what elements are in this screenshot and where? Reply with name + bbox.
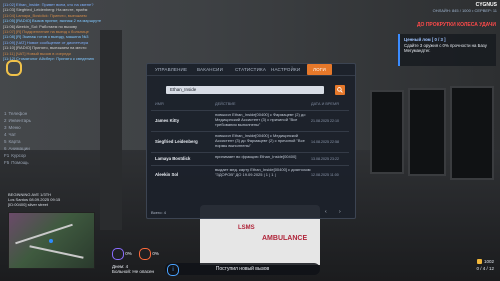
money-value: 1002 — [483, 259, 494, 264]
hotkey-menu: 1 Телефон 2 Инвентарь 3 Меню 4 Чат 5 Карта 6 Анимац… — [4, 110, 33, 166]
row-date: 21.08.2025 22:10 — [311, 119, 339, 123]
hotkey-item: 4 Чат — [4, 131, 33, 138]
panel-tabs: УПРАВЛЕНИЕ ВАКАНСИИ СТАТИСТИКА НАСТРОЙКИ ЛОГ… — [147, 64, 355, 76]
row-action: принимает во фракцию Ethan_Inside[00400] — [215, 154, 297, 159]
column-header: ДАТА И ВРЕМЯ — [311, 102, 339, 106]
column-header: ИМЯ — [155, 102, 164, 106]
row-action: выдает мед. карту Ethan_Inside[00400] с … — [215, 167, 311, 177]
row-action: повысил Ethan_Inside[00400] с Медицински… — [215, 133, 305, 148]
search-icon — [337, 87, 343, 93]
table-row[interactable]: Aleekin Sol выдает мед. карту Ethan_Insid… — [151, 165, 349, 184]
hotkey-key: 3 — [4, 125, 7, 130]
hotkey-label: Чат — [8, 132, 16, 137]
condition-label: Больной: Не опасен — [112, 269, 155, 274]
water-icon — [139, 248, 152, 260]
cash-icon — [476, 259, 482, 265]
row-action: повысил Ethan_Inside[00400] с Фармацевт … — [215, 112, 306, 127]
row-date: 14.08.2025 22:58 — [311, 140, 339, 144]
hotkey-key: 4 — [4, 132, 7, 137]
hotkey-item: 5 Карта — [4, 138, 33, 145]
chat-log: [11:02] Ethan_Inside: Привет всем, кто н… — [3, 2, 198, 61]
notification-bar: i Поступил новый вызов — [165, 263, 320, 276]
tab-1[interactable]: УПРАВЛЕНИЕ — [155, 64, 187, 75]
hotkey-item: F1 Курсор — [4, 152, 33, 159]
timer-icon — [6, 60, 22, 76]
tab-2[interactable]: ВАКАНСИИ — [197, 64, 223, 75]
window — [408, 88, 446, 176]
hotkey-key: 2 — [4, 118, 7, 123]
notification-text: Поступил новый вызов — [215, 266, 270, 272]
row-date: 13.08.2025 23:22 — [311, 157, 339, 161]
faction-panel: УПРАВЛЕНИЕ ВАКАНСИИ СТАТИСТИКА НАСТРОЙКИ ЛОГ… — [146, 63, 356, 219]
hotkey-label: Анимации — [8, 146, 30, 151]
row-name: Aleekin Sol — [155, 172, 179, 177]
table-header: ИМЯ ДЕЙСТВИЕ ДАТА И ВРЕМЯ — [151, 101, 349, 109]
row-name: Lamaya Bostdick — [155, 156, 191, 161]
hotkey-item: F5 Помощь — [4, 159, 33, 166]
hotkey-item: 2 Инвентарь — [4, 117, 33, 124]
hotkey-key: F1 — [4, 153, 10, 158]
hotkey-key: 5 — [4, 139, 7, 144]
status-lines: Днем: 4 Больной: Не опасен — [112, 264, 154, 274]
money-hud: 1002 0 / 4 / 12 — [476, 258, 494, 272]
needs-stats: 0% 0% — [112, 248, 159, 260]
tab-3[interactable]: СТАТИСТИКА — [235, 64, 266, 75]
hotkey-key: 6 — [4, 146, 7, 151]
window — [370, 90, 404, 174]
window — [450, 86, 494, 180]
server-info: CYGNUS ОНЛАЙН: 845 / 1000 • СЕРВЕР: 11 — [387, 2, 497, 13]
food-value: 0% — [125, 251, 132, 257]
hotkey-label: Телефон — [8, 111, 28, 116]
hotkey-label: Инвентарь — [8, 118, 31, 123]
log-table: James Kitty повысил Ethan_Inside[00400] с… — [151, 110, 349, 184]
map-road — [29, 245, 84, 259]
server-subtitle: ОНЛАЙН: 845 / 1000 • СЕРВЕР: 11 — [432, 8, 497, 13]
row-date: 12.08.2025 11:00 — [311, 173, 339, 177]
row-name: James Kitty — [155, 118, 180, 123]
tab-5[interactable]: ЛОГИ — [307, 64, 332, 75]
tab-4[interactable]: НАСТРОЙКИ — [271, 64, 300, 75]
water-value: 0% — [152, 251, 159, 257]
table-row[interactable]: Siegfried Leidenberg повысил Ethan_Inside… — [151, 131, 349, 152]
hotkey-key: 1 — [4, 111, 7, 116]
hotkey-item: 3 Меню — [4, 124, 33, 131]
table-row[interactable]: Lamaya Bostdick принимает во фракцию Etha… — [151, 152, 349, 165]
info-icon: i — [167, 264, 179, 276]
row-name: Siegfried Leidenberg — [155, 139, 198, 144]
quest-tracker: Ценный лом [ 0 / 3 ] Сдайте 3 оружия с 0… — [398, 34, 496, 66]
ammo-counter: 0 / 4 / 12 — [476, 266, 494, 271]
map-road — [15, 223, 73, 245]
next-page-button[interactable]: › — [339, 209, 341, 215]
hotkey-key: F5 — [4, 160, 10, 165]
chat-line: [11:12] Стоматолог Айсберг: Принято к св… — [3, 56, 95, 62]
hotkey-label: Карта — [8, 139, 21, 144]
hotkey-item: 6 Анимации — [4, 145, 33, 152]
hotkey-label: Курсор — [11, 153, 26, 158]
quest-body: Сдайте 3 оружия с 0% прочности на Базу М… — [404, 42, 487, 54]
player-blip-icon — [49, 239, 53, 243]
prev-page-button[interactable]: ‹ — [325, 209, 327, 215]
hotkey-label: Меню — [8, 125, 21, 130]
food-icon — [112, 248, 124, 260]
location-info: BEGINNING AVE 1/3TH Los Santos 08.09.202… — [8, 192, 60, 207]
event-banner: ДО ПРОКРУТКИ КОЛЕСА УДАЧИ — [416, 22, 496, 28]
column-header: ДЕЙСТВИЕ — [215, 102, 236, 106]
hotkey-item: 1 Телефон — [4, 110, 33, 117]
player-id: [ID:00400] silver street — [8, 202, 49, 207]
pager-total: Всего: 4 — [151, 210, 166, 215]
minimap — [8, 212, 95, 269]
hotkey-label: Помощь — [11, 160, 29, 165]
table-row[interactable]: James Kitty повысил Ethan_Inside[00400] с… — [151, 110, 349, 131]
search-button[interactable] — [335, 85, 345, 95]
search-input[interactable]: Ethan_Inside — [166, 86, 324, 94]
